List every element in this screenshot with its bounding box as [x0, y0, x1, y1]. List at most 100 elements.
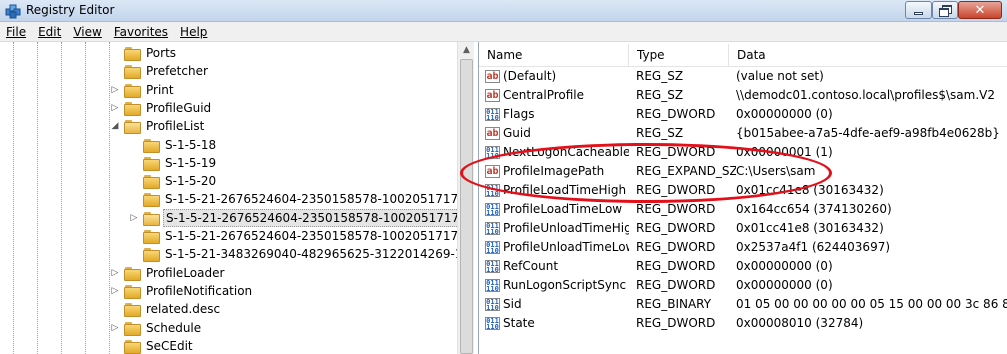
key-tree[interactable]: Ports Prefetcher ▷ Print ▷ ProfileGuid ◢ Profil…	[0, 42, 457, 354]
value-row[interactable]: 011 110 ProfileLoadTimeHigh REG_DWORD 0x01cc…	[479, 181, 1007, 200]
tree-item[interactable]: S-1-5-21-2676524604-2350158578-100205171…	[143, 190, 457, 208]
tree-item[interactable]: SeCEdit	[124, 337, 195, 354]
tree-item-label: ProfileNotification	[146, 283, 253, 298]
expand-arrow-icon[interactable]: ▷	[110, 85, 120, 95]
value-name: ProfileImagePath	[503, 164, 605, 178]
string-value-icon: ab	[485, 70, 500, 83]
tree-item[interactable]: related.desc	[124, 300, 222, 318]
value-type: REG_DWORD	[636, 316, 716, 330]
column-header-data[interactable]: Data	[729, 44, 1007, 66]
tree-guide-line	[13, 42, 14, 354]
value-data: 0x00008010 (32784)	[736, 316, 864, 330]
menu-favorites-label: Favorites	[113, 24, 169, 39]
folder-icon	[124, 64, 141, 80]
folder-icon	[124, 83, 141, 98]
tree-item[interactable]: ▷ S-1-5-21-2676524604-2350158578-10020517…	[131, 208, 457, 227]
folder-icon	[124, 284, 141, 299]
menu-bar: File Edit View Favorites Help	[0, 22, 1007, 42]
tree-item-label: Print	[146, 82, 174, 97]
restore-button[interactable]	[932, 1, 958, 19]
value-type: REG_DWORD	[636, 221, 716, 235]
tree-item-label: related.desc	[146, 302, 221, 317]
restore-icon	[939, 5, 952, 17]
value-row[interactable]: 011 110 NextLogonCacheable REG_DWORD 0x00000…	[479, 143, 1007, 162]
expand-arrow-icon[interactable]: ▷	[110, 286, 120, 296]
value-name: CentralProfile	[503, 88, 585, 102]
tree-item-label: Schedule	[146, 320, 202, 335]
value-data: 0x00000000 (0)	[736, 107, 833, 121]
tree-item[interactable]: Prefetcher	[124, 62, 210, 80]
value-data: \\demodc01.contoso.local\profiles$\sam.V…	[736, 88, 995, 102]
folder-icon	[124, 46, 141, 61]
menu-favorites[interactable]: Favorites	[108, 23, 174, 41]
value-name: ProfileLoadTimeLow	[503, 202, 623, 216]
value-row[interactable]: ab CentralProfile REG_SZ \\demodc01.contoso…	[479, 86, 1007, 105]
tree-item[interactable]: ▷ Schedule	[112, 319, 203, 337]
value-name: RunLogonScriptSync	[503, 278, 627, 292]
expand-arrow-icon[interactable]: ▷	[110, 323, 120, 333]
folder-icon	[143, 156, 160, 171]
string-value-icon: ab	[485, 127, 500, 140]
tree-item-label: S-1-5-21-3483269040-482965625-3122014269…	[165, 247, 457, 262]
value-type: REG_SZ	[636, 69, 684, 83]
value-row[interactable]: 011 110 ProfileLoadTimeLow REG_DWORD 0x164cc…	[479, 200, 1007, 219]
value-type: REG_DWORD	[636, 240, 716, 254]
value-data: 0x00000000 (0)	[736, 259, 833, 273]
tree-item[interactable]: ▷ ProfileLoader	[112, 264, 226, 282]
value-data: 01 05 00 00 00 00 00 05 15 00 00 00 3c 8…	[736, 297, 1007, 311]
value-row[interactable]: 011 110 ProfileUnloadTimeHigh REG_DWORD 0x01…	[479, 219, 1007, 238]
value-row[interactable]: 011 110 ProfileUnloadTimeLow REG_DWORD 0x253…	[479, 238, 1007, 257]
tree-item[interactable]: ▷ ProfileNotification	[112, 282, 254, 300]
folder-icon	[124, 339, 141, 354]
binary-value-icon: 011 110	[485, 146, 500, 160]
menu-file[interactable]: File	[0, 23, 32, 41]
tree-item[interactable]: ▷ ProfileGuid	[112, 99, 213, 117]
tree-item[interactable]: S-1-5-21-2676524604-2350158578-100205171…	[143, 227, 457, 245]
value-row[interactable]: ab Guid REG_SZ {b015abee-a7a5-4dfe-aef9-a98…	[479, 124, 1007, 143]
collapse-arrow-icon[interactable]: ◢	[110, 121, 120, 131]
tree-item[interactable]: S-1-5-19	[143, 154, 218, 172]
value-name: ProfileUnloadTimeHigh	[503, 221, 629, 235]
value-type: REG_BINARY	[636, 297, 712, 311]
value-row[interactable]: 011 110 Flags REG_DWORD 0x00000000 (0)	[479, 105, 1007, 124]
menu-help[interactable]: Help	[174, 23, 213, 41]
value-data: (value not set)	[736, 69, 824, 83]
tree-item[interactable]: Ports	[124, 44, 178, 62]
column-header-data-label: Data	[737, 48, 766, 62]
menu-view[interactable]: View	[67, 23, 107, 41]
registry-cube-icon	[5, 4, 21, 19]
tree-item[interactable]: ◢ ProfileList	[112, 117, 206, 135]
tree-item-label: S-1-5-19	[165, 155, 217, 170]
values-list[interactable]: Name Type Data ab (Default) REG_SZ (value n…	[479, 42, 1007, 354]
tree-item[interactable]: ▷ Print	[112, 81, 176, 99]
value-row[interactable]: 011 110 RefCount REG_DWORD 0x00000000 (0)	[479, 257, 1007, 276]
folder-icon	[143, 229, 160, 244]
value-row[interactable]: ab ProfileImagePath REG_EXPAND_SZ C:\Users\…	[479, 162, 1007, 181]
close-button[interactable]: ✕	[958, 1, 1002, 19]
tree-item[interactable]: S-1-5-21-3483269040-482965625-3122014269…	[143, 245, 457, 263]
expand-arrow-icon[interactable]: ▷	[110, 268, 120, 278]
expand-arrow-icon[interactable]: ▷	[129, 213, 139, 223]
expand-arrow-icon[interactable]: ▷	[110, 103, 120, 113]
value-name: Flags	[503, 107, 535, 121]
value-row[interactable]: ab (Default) REG_SZ (value not set)	[479, 67, 1007, 86]
tree-scrollbar[interactable]: ▲	[457, 42, 474, 354]
value-row[interactable]: 011 110 RunLogonScriptSync REG_DWORD 0x00000…	[479, 276, 1007, 295]
tree-item-label: S-1-5-21-2676524604-2350158578-100205171…	[163, 208, 457, 227]
value-row[interactable]: 011 110 State REG_DWORD 0x00008010 (32784)	[479, 314, 1007, 333]
tree-item[interactable]: S-1-5-20	[143, 172, 218, 190]
menu-edit[interactable]: Edit	[32, 23, 67, 41]
value-type: REG_SZ	[636, 126, 684, 140]
value-row[interactable]: 011 110 Sid REG_BINARY 01 05 00 00 00 00 00 …	[479, 295, 1007, 314]
binary-value-icon: 011 110	[485, 241, 500, 255]
menu-file-label: File	[6, 24, 27, 39]
scroll-up-arrow-icon[interactable]: ▲	[458, 42, 475, 59]
tree-item[interactable]: S-1-5-18	[143, 136, 218, 154]
folder-icon	[143, 247, 160, 263]
scroll-thumb[interactable]	[460, 59, 473, 354]
folder-icon	[143, 174, 160, 190]
minimize-button[interactable]	[905, 1, 932, 19]
column-header-type[interactable]: Type	[629, 44, 729, 66]
folder-icon	[143, 211, 160, 226]
column-header-name[interactable]: Name	[479, 44, 629, 66]
